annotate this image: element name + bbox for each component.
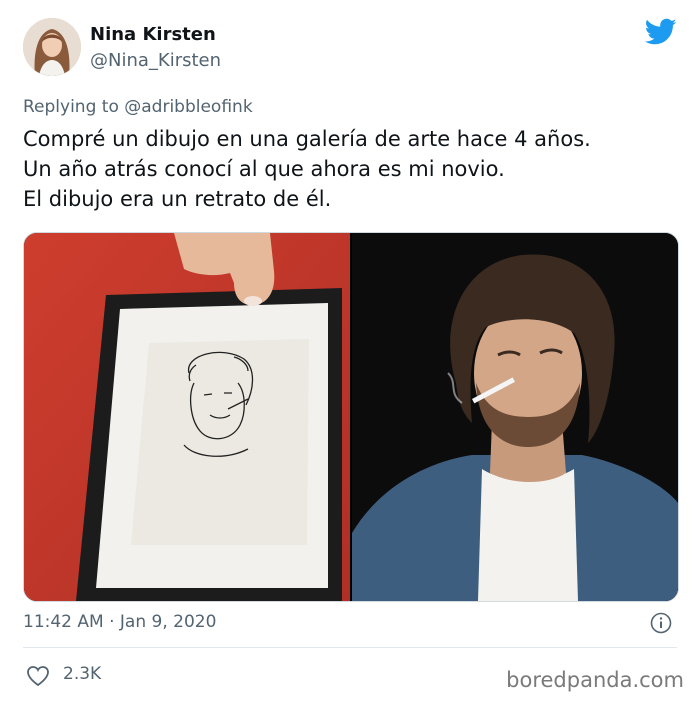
tweet-text: Compré un dibujo en una galería de arte …	[23, 124, 683, 214]
twitter-bird-icon[interactable]	[644, 18, 677, 46]
heart-icon[interactable]	[26, 665, 50, 687]
like-count: 2.3K	[63, 664, 102, 684]
framed-drawing-photo[interactable]	[24, 233, 350, 601]
tweet-timestamp[interactable]: 11:42 AM · Jan 9, 2020	[23, 612, 216, 632]
divider	[23, 647, 677, 648]
author-name[interactable]: Nina Kirsten	[90, 24, 216, 45]
tweet-line: Un año atrás conocí al que ahora es mi n…	[23, 157, 505, 181]
replying-prefix: Replying to	[23, 97, 119, 117]
tweet-line: Compré un dibujo en una galería de arte …	[23, 127, 591, 151]
replying-handle-link[interactable]: @adribbleofink	[124, 97, 252, 117]
avatar[interactable]	[23, 18, 81, 76]
replying-to: Replying to @adribbleofink	[23, 97, 253, 117]
author-handle[interactable]: @Nina_Kirsten	[90, 50, 221, 71]
tweet-media[interactable]	[23, 232, 679, 602]
portrait-photo[interactable]	[352, 233, 678, 601]
tweet-line: El dibujo era un retrato de él.	[23, 187, 332, 211]
tweet-header: Nina Kirsten @Nina_Kirsten	[23, 18, 683, 80]
watermark: boredpanda.com	[506, 668, 684, 692]
info-icon[interactable]	[650, 612, 672, 634]
